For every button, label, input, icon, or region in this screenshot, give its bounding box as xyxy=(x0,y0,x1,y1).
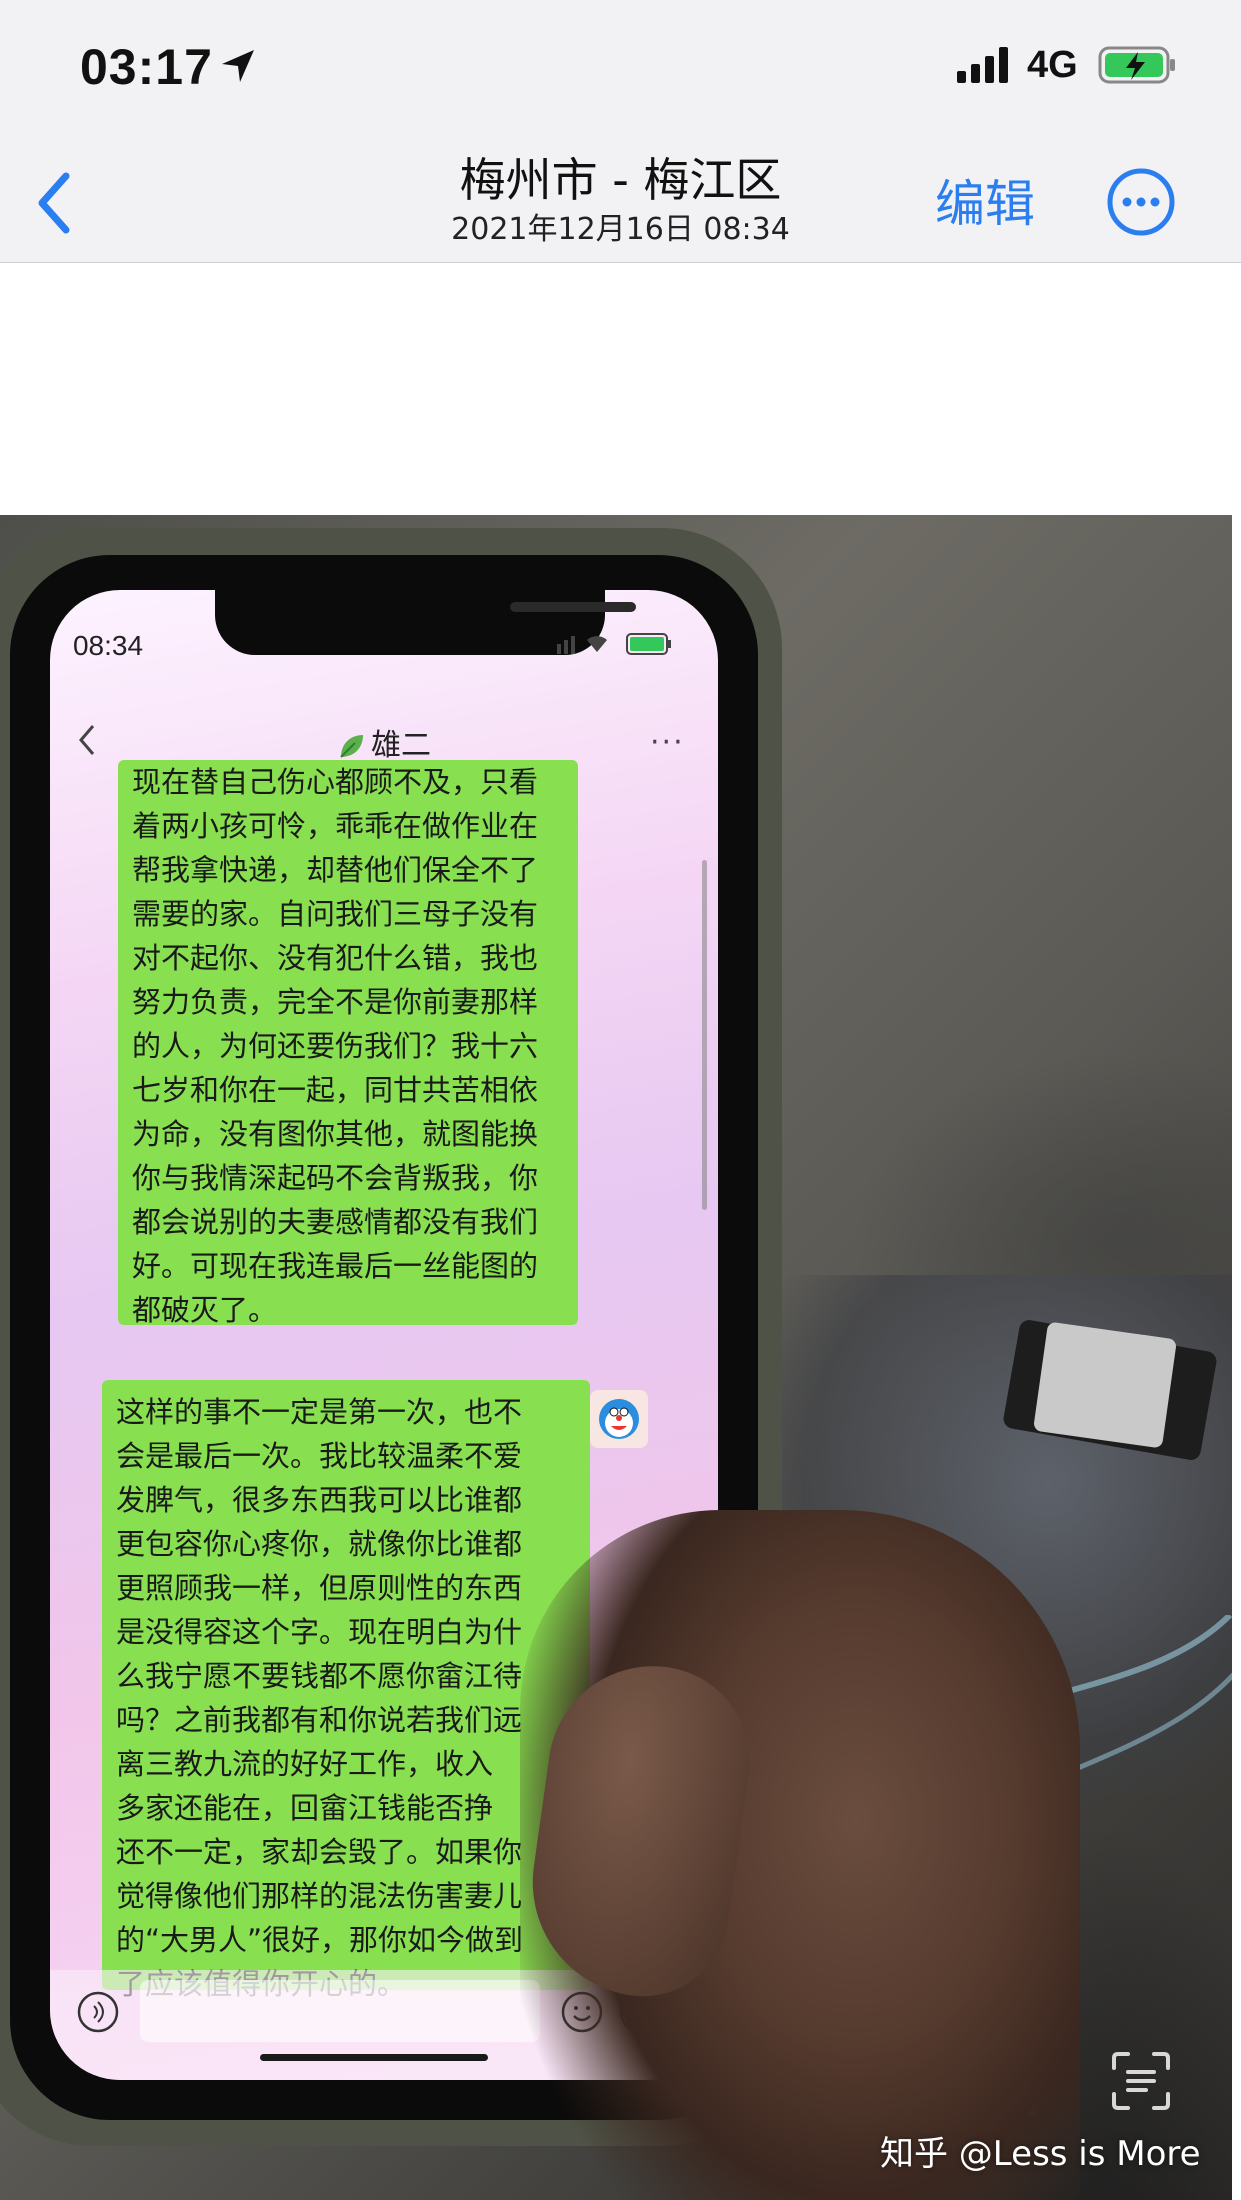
message-line: 都破灭了。 xyxy=(132,1293,278,1327)
message-line: 需要的家。自问我们三母子没有 xyxy=(132,897,539,931)
message-line: 吗？之前我都有和你说若我们远 xyxy=(116,1703,523,1737)
message-line: 还不一定，家却会毁了。如果你 xyxy=(116,1835,523,1869)
voice-input-icon[interactable] xyxy=(76,1990,120,2034)
message-line: 这样的事不一定是第一次，也不 xyxy=(116,1395,523,1429)
message-bubble: 现在替自己伤心都顾不及，只看 着两小孩可怜，乖乖在做作业在 帮我拿快递，却替他们… xyxy=(118,760,578,1327)
message-line: 七岁和你在一起，同甘共苦相依 xyxy=(132,1073,539,1107)
more-options-icon[interactable] xyxy=(1105,166,1177,238)
message-line: 是没得容这个字。现在明白为什 xyxy=(116,1615,523,1649)
doraemon-avatar-icon xyxy=(599,1399,639,1439)
background-tissue xyxy=(1032,1321,1178,1449)
status-time: 03:17 xyxy=(80,39,213,95)
message-line: 你与我情深起码不会背叛我，你 xyxy=(132,1161,539,1195)
message-line: 现在替自己伤心都顾不及，只看 xyxy=(132,765,539,799)
cellular-signal-icon xyxy=(957,47,1008,83)
phone-speaker xyxy=(510,602,636,612)
phone-status-time: 08:34 xyxy=(72,630,144,661)
message-bubble: 这样的事不一定是第一次，也不 会是最后一次。我比较温柔不爱 发脾气，很多东西我可… xyxy=(102,1380,590,2001)
chat-title-text: 雄二 xyxy=(371,728,431,763)
phone-notch xyxy=(215,590,636,655)
chat-title: 雄二 xyxy=(50,720,718,764)
phone-status-icons xyxy=(557,633,671,655)
edit-button[interactable]: 编辑 xyxy=(935,164,1035,236)
chat-scrollbar[interactable] xyxy=(702,860,707,1210)
message-line: 的“大男人”很好，那你如今做到 xyxy=(116,1923,524,1957)
message-line: 为命，没有图你其他，就图能换 xyxy=(132,1117,539,1151)
location-arrow-icon xyxy=(222,50,254,82)
message-line: 么我宁愿不要钱都不愿你畲江待 xyxy=(116,1659,523,1693)
message-line: 都会说别的夫妻感情都没有我们 xyxy=(132,1205,539,1239)
network-type: 4G xyxy=(1027,44,1078,86)
home-indicator xyxy=(260,2054,488,2061)
photo-nav-bar: 梅州市 - 梅江区 2021年12月16日 08:34 编辑 xyxy=(0,130,1241,263)
message-line: 离三教九流的好好工作，收入 xyxy=(116,1747,494,1781)
message-line: 会是最后一次。我比较温柔不爱 xyxy=(116,1439,523,1473)
message-input[interactable] xyxy=(140,1980,540,2042)
leaf-icon xyxy=(340,735,363,758)
message-line: 着两小孩可怜，乖乖在做作业在 xyxy=(132,809,539,843)
chat-more-icon[interactable]: ··· xyxy=(650,725,685,760)
avatar[interactable] xyxy=(590,1390,648,1448)
watermark: 知乎 @Less is More xyxy=(880,2134,1201,2174)
message-line: 好。可现在我连最后一丝能图的 xyxy=(132,1249,539,1283)
status-bar: 03:17 4G xyxy=(0,0,1241,130)
message-line: 对不起你、没有犯什么错，我也 xyxy=(132,941,539,975)
message-line: 帮我拿快递，却替他们保全不了 xyxy=(132,853,539,887)
photo-datetime: 2021年12月16日 08:34 xyxy=(451,212,790,247)
message-line: 觉得像他们那样的混法伤害妻儿 xyxy=(116,1879,523,1913)
message-line: 更照顾我一样，但原则性的东西 xyxy=(116,1571,523,1605)
message-line: 发脾气，很多东西我可以比谁都 xyxy=(116,1483,523,1517)
message-line: 努力负责，完全不是你前妻那样 xyxy=(132,985,539,1019)
battery-charging-icon xyxy=(1098,46,1175,84)
live-text-scan-icon[interactable] xyxy=(1110,2050,1172,2112)
photo-location-title: 梅州市 - 梅江区 xyxy=(459,153,782,207)
message-line: 更包容你心疼你，就像你比谁都 xyxy=(116,1527,523,1561)
message-line: 多家还能在，回畲江钱能否挣 xyxy=(116,1791,494,1825)
message-line: 的人，为何还要伤我们？我十六 xyxy=(132,1029,539,1063)
